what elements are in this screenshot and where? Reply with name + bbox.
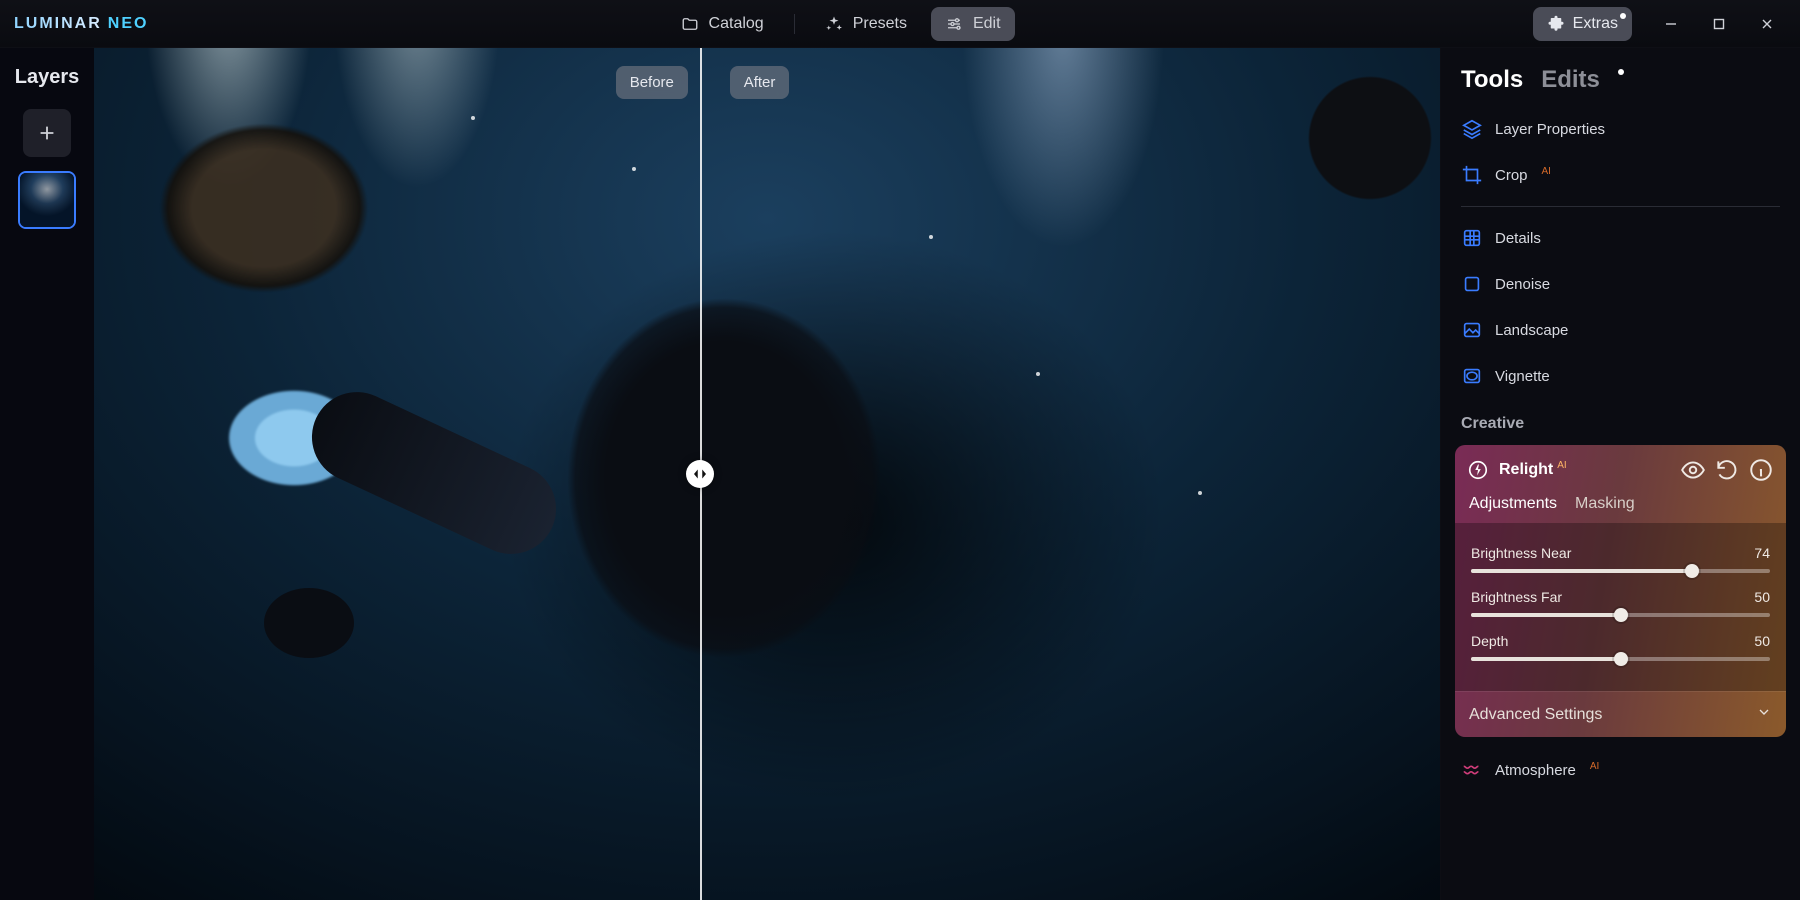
puzzle-icon [1547, 15, 1565, 33]
relight-advanced-toggle[interactable]: Advanced Settings [1455, 691, 1786, 737]
titlebar-right: Extras [1533, 7, 1790, 41]
tool-relight-panel: Relight AI Adjustm [1455, 445, 1786, 737]
tab-edits[interactable]: Edits [1541, 66, 1600, 94]
slider-label: Depth [1471, 633, 1508, 649]
slider-value: 50 [1754, 589, 1770, 605]
layers-title: Layers [15, 66, 80, 89]
relight-subtabs: Adjustments Masking [1455, 495, 1786, 523]
catalog-tab[interactable]: Catalog [667, 7, 778, 41]
relight-title: Relight [1499, 461, 1553, 479]
waves-icon [1461, 759, 1483, 781]
slider-track[interactable] [1471, 613, 1770, 617]
tool-label: Vignette [1495, 368, 1550, 385]
tool-label: Atmosphere [1495, 762, 1576, 779]
brand-luminar: LUMINAR [14, 15, 102, 33]
slider-track[interactable] [1471, 569, 1770, 573]
app-shell: LUMINAR NEO Catalog Presets Ed [0, 0, 1800, 900]
tools-list: Layer Properties Crop AI Details [1441, 100, 1800, 817]
thumbnail-image [20, 173, 74, 227]
crop-icon [1461, 164, 1483, 186]
right-panel: Tools Edits Layer Properties Crop AI [1440, 48, 1800, 900]
tool-denoise[interactable]: Denoise [1449, 261, 1792, 307]
layers-sidebar: Layers [0, 48, 94, 900]
slider-depth[interactable]: Depth 50 [1471, 633, 1770, 661]
sliders-icon [945, 15, 963, 33]
relight-visibility-toggle[interactable] [1680, 457, 1706, 483]
compare-slider-handle[interactable] [686, 460, 714, 488]
slider-label: Brightness Near [1471, 545, 1571, 561]
ai-badge: AI [1557, 460, 1566, 471]
title-bar: LUMINAR NEO Catalog Presets Ed [0, 0, 1800, 48]
slider-brightness-near[interactable]: Brightness Near 74 [1471, 545, 1770, 573]
square-icon [1461, 273, 1483, 295]
panel-tabs: Tools Edits [1441, 48, 1800, 100]
slider-track[interactable] [1471, 657, 1770, 661]
edit-tab[interactable]: Edit [931, 7, 1015, 41]
compare-after-label: After [730, 66, 790, 99]
extras-update-dot [1620, 13, 1626, 19]
tool-crop[interactable]: Crop AI [1449, 152, 1792, 198]
minimize-button[interactable] [1648, 7, 1694, 41]
ai-badge: AI [1590, 761, 1599, 772]
tool-landscape[interactable]: Landscape [1449, 307, 1792, 353]
chevron-down-icon [1756, 704, 1772, 725]
tool-label: Layer Properties [1495, 121, 1605, 138]
maximize-button[interactable] [1696, 7, 1742, 41]
add-layer-button[interactable] [23, 109, 71, 157]
presets-label: Presets [853, 15, 907, 33]
slider-value: 74 [1754, 545, 1770, 561]
catalog-label: Catalog [709, 15, 764, 33]
mode-switcher: Catalog Presets Edit [667, 7, 1015, 41]
edits-changes-dot [1618, 69, 1624, 75]
main: Layers Before After [0, 48, 1800, 900]
folder-icon [681, 15, 699, 33]
separator [794, 14, 795, 34]
window-controls [1648, 7, 1790, 41]
grid-icon [1461, 227, 1483, 249]
bolt-icon [1467, 459, 1489, 481]
tool-details[interactable]: Details [1449, 215, 1792, 261]
layer-thumbnail[interactable] [18, 171, 76, 229]
vignette-icon [1461, 365, 1483, 387]
slider-brightness-far[interactable]: Brightness Far 50 [1471, 589, 1770, 617]
edit-label: Edit [973, 15, 1001, 33]
subtab-adjustments[interactable]: Adjustments [1469, 495, 1557, 513]
close-button[interactable] [1744, 7, 1790, 41]
tool-vignette[interactable]: Vignette [1449, 353, 1792, 399]
tool-atmosphere[interactable]: Atmosphere AI [1449, 747, 1792, 793]
tool-label: Details [1495, 230, 1541, 247]
image-viewer[interactable]: Before After [94, 48, 1440, 900]
subtab-masking[interactable]: Masking [1575, 495, 1635, 513]
ai-badge: AI [1542, 166, 1551, 177]
sparkle-icon [825, 15, 843, 33]
relight-sliders: Brightness Near 74 Brightness Far [1455, 523, 1786, 691]
image-icon [1461, 319, 1483, 341]
extras-button[interactable]: Extras [1533, 7, 1632, 41]
tool-layer-properties[interactable]: Layer Properties [1449, 106, 1792, 152]
extras-label: Extras [1573, 15, 1618, 33]
compare-before-label: Before [616, 66, 688, 99]
divider [1461, 206, 1780, 207]
advanced-label: Advanced Settings [1469, 706, 1602, 724]
tab-tools[interactable]: Tools [1461, 66, 1523, 94]
relight-reset[interactable] [1714, 457, 1740, 483]
tool-label: Landscape [1495, 322, 1568, 339]
relight-info[interactable] [1748, 457, 1774, 483]
slider-label: Brightness Far [1471, 589, 1562, 605]
presets-tab[interactable]: Presets [811, 7, 921, 41]
relight-header[interactable]: Relight AI [1455, 445, 1786, 495]
brand-neo: NEO [108, 15, 149, 33]
tool-label: Crop [1495, 167, 1528, 184]
app-brand: LUMINAR NEO [10, 15, 148, 33]
group-creative: Creative [1449, 399, 1792, 439]
layers-icon [1461, 118, 1483, 140]
slider-value: 50 [1754, 633, 1770, 649]
tool-label: Denoise [1495, 276, 1550, 293]
